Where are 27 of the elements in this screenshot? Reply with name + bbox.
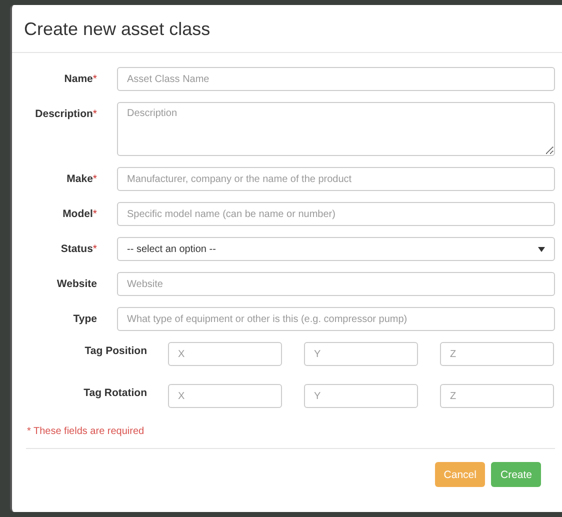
field-label: Website [56, 277, 97, 290]
cancel-button[interactable]: Cancel [434, 462, 486, 487]
input-field[interactable]: Website [117, 272, 555, 296]
input-field[interactable]: X [168, 384, 282, 408]
create-button[interactable]: Create [491, 462, 541, 487]
field-label: Description* [34, 107, 97, 120]
dialog-title: Create new asset class [24, 19, 212, 40]
field-label: Type [72, 312, 97, 325]
description-field[interactable]: Description [117, 102, 555, 156]
input-field[interactable]: Manufacturer, company or the name of the product [117, 167, 555, 191]
input-field[interactable]: X [168, 342, 282, 366]
input-field[interactable]: Y [304, 384, 418, 408]
input-field[interactable]: Z [440, 342, 554, 366]
field-label: Make* [66, 172, 97, 185]
input-field[interactable]: Asset Class Name [117, 67, 555, 91]
field-label: Model* [62, 207, 97, 220]
input-field[interactable]: Z [440, 384, 554, 408]
field-label: Tag Position [84, 344, 147, 357]
input-field[interactable]: Y [304, 342, 418, 366]
input-field[interactable]: What type of equipment or other is this (e.g. compressor pump) [117, 307, 555, 331]
required-note: * These fields are required [27, 426, 146, 437]
field-label: Name* [63, 72, 97, 85]
status-dropdown[interactable]: -- select an option -- [117, 237, 555, 261]
input-field[interactable]: Specific model name (can be name or number) [117, 202, 555, 226]
caret-icon [538, 246, 545, 252]
field-label: Status* [60, 242, 97, 255]
field-label: Tag Rotation [82, 386, 147, 399]
